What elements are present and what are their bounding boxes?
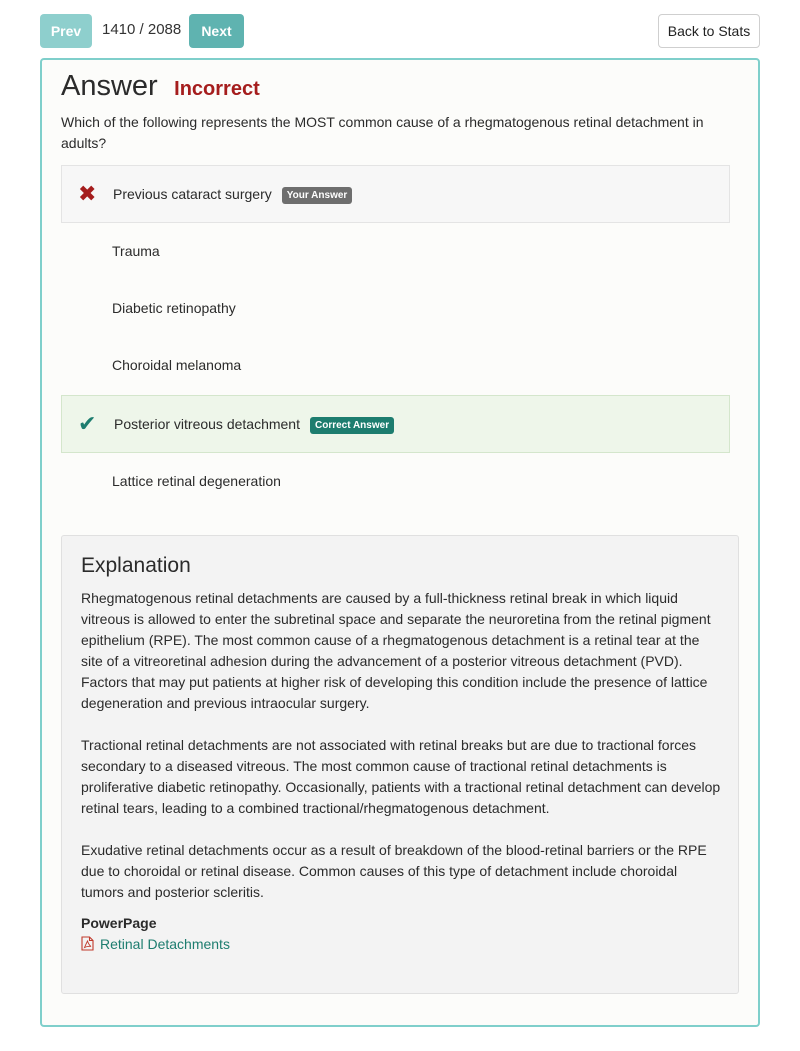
answer-title: Answer xyxy=(61,70,158,102)
option-your-answer[interactable]: ✖ Previous cataract surgery Your Answer xyxy=(61,165,730,223)
explanation-paragraph: Rhegmatogenous retinal detachments are c… xyxy=(81,590,711,711)
navigation-bar: Prev 1410 / 2088 Next Back to Stats xyxy=(40,14,760,48)
option-item[interactable]: Diabetic retinopathy xyxy=(61,280,730,338)
checkmark-icon: ✔ xyxy=(78,411,97,436)
next-button[interactable]: Next xyxy=(189,14,244,48)
option-item[interactable]: Trauma xyxy=(61,223,730,281)
option-label: Previous cataract surgery xyxy=(113,186,272,202)
option-label: Lattice retinal degeneration xyxy=(112,473,281,489)
powerpage-label: PowerPage xyxy=(81,915,157,931)
pdf-file-icon xyxy=(81,936,94,951)
prev-button[interactable]: Prev xyxy=(40,14,92,48)
powerpage-link-text: Retinal Detachments xyxy=(100,936,230,952)
explanation-panel: Explanation Rhegmatogenous retinal detac… xyxy=(61,535,739,994)
explanation-title: Explanation xyxy=(81,554,191,577)
option-label: Choroidal melanoma xyxy=(112,357,242,373)
option-label: Posterior vitreous detachment xyxy=(114,416,300,432)
answer-card: Answer Incorrect Which of the following … xyxy=(40,58,760,1027)
question-counter: 1410 / 2088 xyxy=(102,21,182,38)
option-item[interactable]: Lattice retinal degeneration xyxy=(61,453,730,511)
question-text: Which of the following represents the MO… xyxy=(61,114,704,151)
option-label: Trauma xyxy=(112,243,160,259)
back-to-stats-button[interactable]: Back to Stats xyxy=(658,14,760,48)
option-item[interactable]: Choroidal melanoma xyxy=(61,337,730,395)
explanation-paragraph: Tractional retinal detachments are not a… xyxy=(81,737,721,816)
powerpage-link[interactable]: Retinal Detachments xyxy=(81,936,230,952)
x-mark-icon: ✖ xyxy=(78,181,97,206)
explanation-paragraph: Exudative retinal detachments occur as a… xyxy=(81,842,707,900)
option-label: Diabetic retinopathy xyxy=(112,300,236,316)
correct-answer-badge: Correct Answer xyxy=(309,417,395,434)
answer-header: Answer Incorrect xyxy=(61,70,260,103)
your-answer-badge: Your Answer xyxy=(281,187,353,204)
option-correct-answer[interactable]: ✔ Posterior vitreous detachment Correct A… xyxy=(61,395,730,453)
result-status: Incorrect xyxy=(174,78,260,100)
